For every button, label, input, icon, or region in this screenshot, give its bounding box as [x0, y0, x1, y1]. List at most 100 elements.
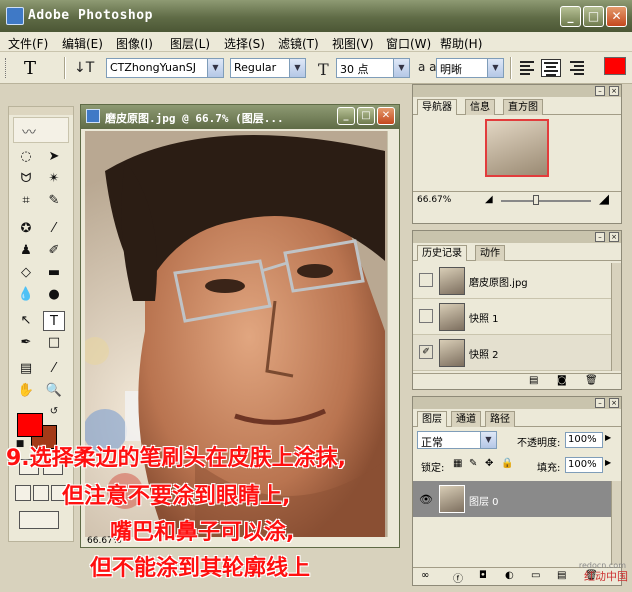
history-item[interactable]: 磨皮原图.jpg: [413, 263, 611, 299]
gradient-tool-icon[interactable]: ▬: [43, 263, 65, 283]
lock-position-icon[interactable]: ✥: [485, 458, 493, 469]
history-item[interactable]: ✐ 快照 2: [413, 335, 611, 371]
screen-mode-full-menu-button[interactable]: [33, 485, 49, 501]
layers-scrollbar[interactable]: [611, 481, 621, 565]
text-orientation-icon[interactable]: ↓T: [74, 60, 94, 76]
panel-close-button[interactable]: ×: [609, 398, 619, 408]
navigator-zoom-value[interactable]: 66.67%: [417, 195, 451, 205]
menu-image[interactable]: 图像(I): [116, 35, 153, 52]
photoshop-feather-logo[interactable]: 〰: [13, 117, 69, 143]
menu-help[interactable]: 帮助(H): [440, 35, 482, 52]
eraser-tool-icon[interactable]: ◇: [15, 263, 37, 283]
dodge-tool-icon[interactable]: ●: [43, 285, 65, 305]
menu-edit[interactable]: 编辑(E): [62, 35, 103, 52]
link-layers-icon[interactable]: ∞: [421, 570, 429, 581]
antialias-select[interactable]: 明晰 ▼: [436, 58, 504, 78]
eyedropper-tool-icon[interactable]: ⁄: [43, 359, 65, 379]
toolbox-header[interactable]: [9, 107, 73, 115]
doc-close-button[interactable]: ✕: [377, 107, 395, 125]
slice-tool-icon[interactable]: ✎: [43, 191, 65, 211]
history-scrollbar[interactable]: [611, 263, 621, 371]
menu-filter[interactable]: 滤镜(T): [278, 35, 319, 52]
fill-input[interactable]: 100%: [565, 457, 603, 473]
tab-paths[interactable]: 路径: [485, 411, 515, 427]
layer-row[interactable]: 👁 图层 0: [413, 481, 611, 517]
panel-close-button[interactable]: ×: [609, 232, 619, 242]
doc-maximize-button[interactable]: □: [357, 107, 375, 125]
eye-icon[interactable]: 👁: [419, 493, 433, 506]
layer-mask-icon[interactable]: ◘: [479, 570, 487, 581]
history-source-checkbox[interactable]: [419, 273, 433, 287]
chevron-right-icon[interactable]: ▶: [605, 458, 611, 467]
maximize-button[interactable]: □: [583, 6, 604, 27]
minimize-button[interactable]: _: [560, 6, 581, 27]
crop-tool-icon[interactable]: ⌗: [15, 191, 37, 211]
tab-histogram[interactable]: 直方图: [503, 99, 543, 115]
menu-select[interactable]: 选择(S): [224, 35, 265, 52]
chevron-right-icon[interactable]: ▶: [605, 433, 611, 442]
tab-history[interactable]: 历史记录: [417, 245, 467, 261]
history-brush-source-icon[interactable]: ✐: [419, 345, 433, 359]
layer-style-icon[interactable]: ⓕ: [453, 570, 463, 585]
menu-view[interactable]: 视图(V): [332, 35, 374, 52]
text-color-swatch[interactable]: [604, 57, 626, 75]
opacity-input[interactable]: 100%: [565, 432, 603, 448]
panel-header[interactable]: – ×: [413, 231, 621, 243]
tab-navigator[interactable]: 导航器: [417, 99, 457, 115]
tab-actions[interactable]: 动作: [475, 245, 505, 261]
zoom-in-icon[interactable]: ◢: [599, 192, 609, 207]
lock-image-icon[interactable]: ✎: [469, 458, 477, 469]
lasso-tool-icon[interactable]: ᗢ: [15, 169, 37, 189]
font-family-select[interactable]: CTZhongYuanSJ ▼: [106, 58, 224, 78]
hand-tool-icon[interactable]: ✋: [15, 381, 37, 401]
zoom-out-icon[interactable]: ◢: [485, 194, 493, 205]
tab-channels[interactable]: 通道: [451, 411, 481, 427]
healing-brush-tool-icon[interactable]: ✪: [15, 219, 37, 239]
clone-stamp-tool-icon[interactable]: ♟: [15, 241, 37, 261]
image-canvas[interactable]: [85, 131, 387, 537]
panel-header[interactable]: – ×: [413, 397, 621, 409]
history-item[interactable]: 快照 1: [413, 299, 611, 335]
new-document-from-state-icon[interactable]: ▤: [529, 375, 538, 386]
notes-tool-icon[interactable]: ▤: [15, 359, 37, 379]
type-tool-icon[interactable]: T: [43, 311, 65, 331]
marquee-tool-icon[interactable]: ◌: [15, 147, 37, 167]
align-center-button[interactable]: [541, 59, 561, 77]
font-style-select[interactable]: Regular ▼: [230, 58, 306, 78]
jump-to-imageready-button[interactable]: [19, 511, 59, 529]
magic-wand-tool-icon[interactable]: ✴: [43, 169, 65, 189]
adjustment-layer-icon[interactable]: ◐: [505, 570, 514, 581]
tab-layers[interactable]: 图层: [417, 411, 447, 427]
navigator-preview[interactable]: [485, 119, 549, 177]
lock-transparency-icon[interactable]: ▦: [453, 458, 462, 469]
options-grip[interactable]: [5, 58, 8, 78]
menu-window[interactable]: 窗口(W): [386, 35, 431, 52]
panel-minimize-button[interactable]: –: [595, 86, 605, 96]
foreground-color-swatch[interactable]: [17, 413, 43, 437]
blur-tool-icon[interactable]: 💧: [15, 285, 37, 305]
menu-layer[interactable]: 图层(L): [170, 35, 210, 52]
tab-info[interactable]: 信息: [465, 99, 495, 115]
font-size-select[interactable]: 30 点 ▼: [336, 58, 410, 78]
document-title-bar[interactable]: 磨皮原图.jpg @ 66.7% (图层... _ □ ✕: [81, 105, 399, 129]
align-right-button[interactable]: [566, 59, 586, 77]
swap-colors-icon[interactable]: ↺: [47, 405, 61, 419]
screen-mode-standard-button[interactable]: [15, 485, 31, 501]
shape-tool-icon[interactable]: □: [43, 333, 65, 353]
brush-tool-icon[interactable]: ⁄: [43, 219, 65, 239]
history-brush-tool-icon[interactable]: ✐: [43, 241, 65, 261]
pen-tool-icon[interactable]: ✒: [15, 333, 37, 353]
align-left-button[interactable]: [518, 59, 538, 77]
doc-minimize-button[interactable]: _: [337, 107, 355, 125]
panel-header[interactable]: – ×: [413, 85, 621, 97]
zoom-slider-thumb[interactable]: [533, 195, 539, 205]
blend-mode-select[interactable]: 正常 ▼: [417, 431, 497, 449]
move-tool-icon[interactable]: ➤: [43, 147, 65, 167]
panel-minimize-button[interactable]: –: [595, 398, 605, 408]
panel-minimize-button[interactable]: –: [595, 232, 605, 242]
new-group-icon[interactable]: ▭: [531, 570, 540, 581]
new-snapshot-icon[interactable]: ◙: [557, 375, 567, 386]
trash-icon[interactable]: 🗑: [585, 375, 598, 386]
panel-close-button[interactable]: ×: [609, 86, 619, 96]
path-selection-tool-icon[interactable]: ↖: [15, 311, 37, 331]
